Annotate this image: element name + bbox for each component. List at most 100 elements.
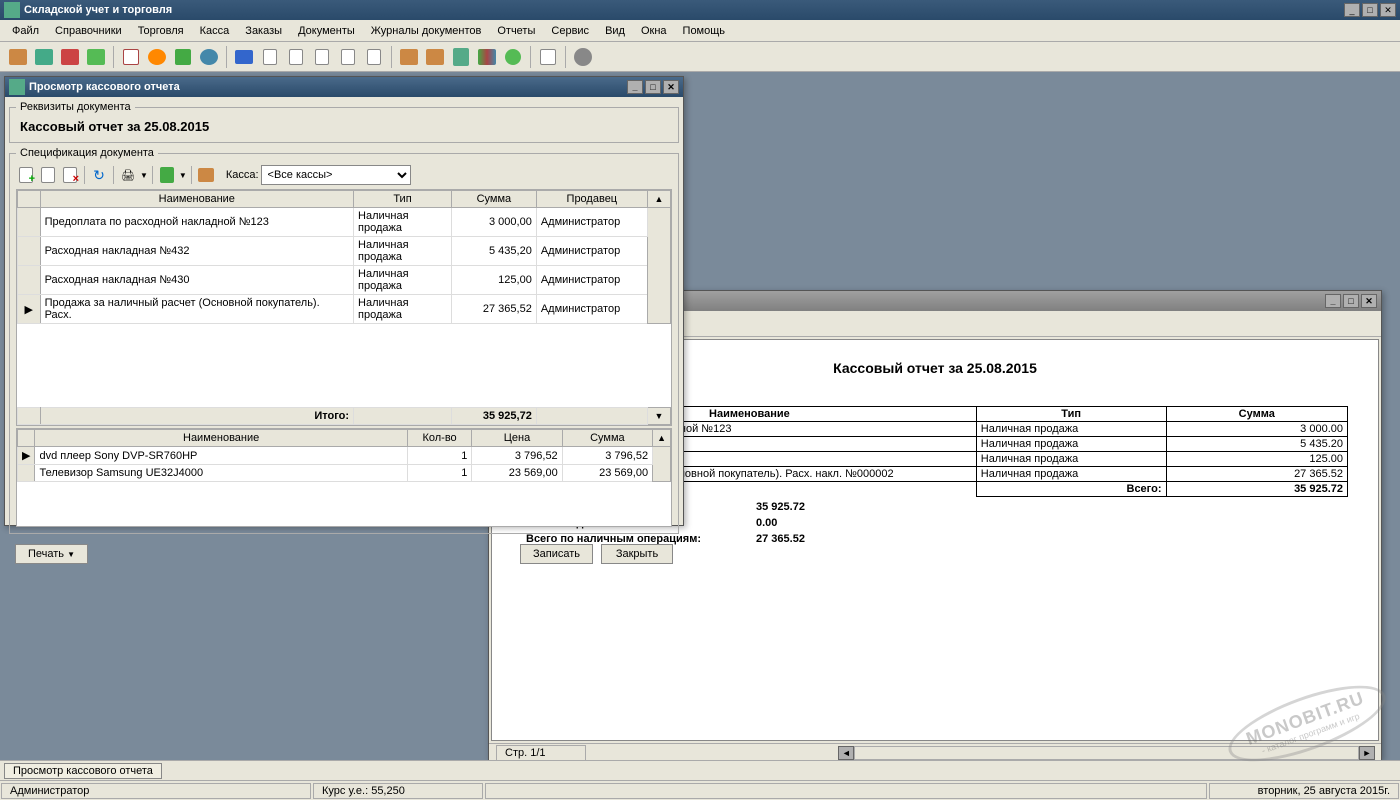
- table-row[interactable]: ▶Продажа за наличный расчет (Основной по…: [18, 295, 671, 324]
- scroll-left-button[interactable]: ◄: [838, 746, 854, 760]
- spec-print-icon[interactable]: 🖨: [118, 165, 138, 185]
- iscroll-up-button[interactable]: ▲: [653, 430, 671, 447]
- col-seller[interactable]: Продавец: [536, 191, 647, 208]
- tool-user-icon[interactable]: [449, 45, 473, 69]
- print-button[interactable]: Печать ▼: [15, 544, 88, 564]
- status-rate: Курс у.е.: 55,250: [313, 783, 483, 799]
- spec-del-icon[interactable]: ×: [60, 165, 80, 185]
- tool-checkbox-icon[interactable]: [171, 45, 195, 69]
- operations-table: Наименование Тип Сумма Продавец ▲ Предоп…: [17, 190, 671, 425]
- tool-leaf-icon[interactable]: [501, 45, 525, 69]
- total-label: Итого:: [40, 408, 353, 425]
- tool-boxred-icon[interactable]: [58, 45, 82, 69]
- tool-cal2-icon[interactable]: [536, 45, 560, 69]
- menu-windows[interactable]: Окна: [633, 23, 675, 39]
- preview-minimize-button[interactable]: _: [1325, 294, 1341, 308]
- tool-box1-icon[interactable]: [397, 45, 421, 69]
- separator: [391, 46, 392, 68]
- status-spacer: [485, 783, 1207, 799]
- requisites-group: Реквизиты документа Кассовый отчет за 25…: [9, 101, 679, 143]
- table-row[interactable]: Телевизор Samsung UE32J4000123 569,0023 …: [18, 465, 671, 482]
- requisites-legend: Реквизиты документа: [16, 101, 135, 113]
- close-button[interactable]: ✕: [1380, 3, 1396, 17]
- statusbar: Администратор Курс у.е.: 55,250 вторник,…: [0, 780, 1400, 800]
- scroll-up-button[interactable]: ▲: [647, 191, 670, 208]
- tool-doc3-icon[interactable]: [310, 45, 334, 69]
- separator: [565, 46, 566, 68]
- spec-legend: Спецификация документа: [16, 147, 158, 159]
- preview-close-button[interactable]: ✕: [1361, 294, 1377, 308]
- status-user: Администратор: [1, 783, 311, 799]
- tool-doc4-icon[interactable]: [336, 45, 360, 69]
- save-button[interactable]: Записать: [520, 544, 593, 564]
- sum-received-value: 35 925.72: [752, 499, 1348, 515]
- table-row[interactable]: Предоплата по расходной накладной №123На…: [18, 208, 671, 237]
- icol-name[interactable]: Наименование: [35, 430, 407, 447]
- tool-box2-icon[interactable]: [423, 45, 447, 69]
- maximize-button[interactable]: □: [1362, 3, 1378, 17]
- menu-journals[interactable]: Журналы документов: [363, 23, 490, 39]
- menu-cash[interactable]: Касса: [192, 23, 238, 39]
- table-row[interactable]: Расходная накладная №430Наличная продажа…: [18, 266, 671, 295]
- table-row[interactable]: ▶dvd плеер Sony DVP-SR760HP13 796,523 79…: [18, 447, 671, 465]
- spec-add-icon[interactable]: +: [16, 165, 36, 185]
- col-type[interactable]: Тип: [354, 191, 452, 208]
- spec-grid-icon[interactable]: [196, 165, 216, 185]
- scroll-down-button[interactable]: ▼: [647, 408, 670, 425]
- close-dialog-button[interactable]: Закрыть: [601, 544, 673, 564]
- tool-doc5-icon[interactable]: [362, 45, 386, 69]
- menu-view[interactable]: Вид: [597, 23, 633, 39]
- separator: [152, 166, 153, 184]
- menu-help[interactable]: Помощь: [675, 23, 734, 39]
- preview-maximize-button[interactable]: □: [1343, 294, 1359, 308]
- tool-bars-icon[interactable]: [475, 45, 499, 69]
- cashreport-window: Просмотр кассового отчета _ □ ✕ Реквизит…: [4, 76, 684, 526]
- kassa-select[interactable]: <Все кассы>: [261, 165, 411, 185]
- kassa-label: Касса:: [226, 169, 259, 181]
- tool-refresh-icon[interactable]: [145, 45, 169, 69]
- tool-calendar-icon[interactable]: [119, 45, 143, 69]
- icol-qty[interactable]: Кол-во: [407, 430, 472, 447]
- menubar: Файл Справочники Торговля Касса Заказы Д…: [0, 20, 1400, 42]
- cashreport-maximize-button[interactable]: □: [645, 80, 661, 94]
- scroll-right-button[interactable]: ►: [1359, 746, 1375, 760]
- tool-percent-icon[interactable]: [197, 45, 221, 69]
- tool-people-icon[interactable]: [32, 45, 56, 69]
- cashreport-heading: Кассовый отчет за 25.08.2015: [16, 117, 672, 136]
- col-name[interactable]: Наименование: [40, 191, 353, 208]
- menu-service[interactable]: Сервис: [543, 23, 597, 39]
- tool-doc1-icon[interactable]: [258, 45, 282, 69]
- spec-group: Спецификация документа + × ↻ 🖨 ▼ ▼ Касса…: [9, 147, 679, 534]
- cashreport-minimize-button[interactable]: _: [627, 80, 643, 94]
- total-value: 35 925,72: [451, 408, 536, 425]
- tool-chart-icon[interactable]: [84, 45, 108, 69]
- tool-book-icon[interactable]: [232, 45, 256, 69]
- cashreport-close-button[interactable]: ✕: [663, 80, 679, 94]
- menu-file[interactable]: Файл: [4, 23, 47, 39]
- tool-warehouse-icon[interactable]: [6, 45, 30, 69]
- icol-price[interactable]: Цена: [472, 430, 562, 447]
- menu-orders[interactable]: Заказы: [237, 23, 290, 39]
- row-header: [18, 430, 35, 447]
- menu-trade[interactable]: Торговля: [130, 23, 192, 39]
- menu-documents[interactable]: Документы: [290, 23, 363, 39]
- menu-references[interactable]: Справочники: [47, 23, 130, 39]
- menu-reports[interactable]: Отчеты: [489, 23, 543, 39]
- preview-page-indicator: Стр. 1/1: [496, 745, 586, 761]
- table-row[interactable]: Расходная накладная №432Наличная продажа…: [18, 237, 671, 266]
- tool-doc2-icon[interactable]: [284, 45, 308, 69]
- spec-refresh-icon[interactable]: ↻: [89, 165, 109, 185]
- minimize-button[interactable]: _: [1344, 3, 1360, 17]
- cashreport-titlebar[interactable]: Просмотр кассового отчета _ □ ✕: [5, 77, 683, 97]
- spec-export-icon[interactable]: [157, 165, 177, 185]
- spec-edit-icon[interactable]: [38, 165, 58, 185]
- separator: [113, 166, 114, 184]
- row-header: [18, 191, 41, 208]
- icol-sum[interactable]: Сумма: [562, 430, 652, 447]
- tool-gear-icon[interactable]: [571, 45, 595, 69]
- app-title: Складской учет и торговля: [24, 4, 1344, 16]
- taskbar-button[interactable]: Просмотр кассового отчета: [4, 763, 162, 779]
- window-controls: _ □ ✕: [1344, 3, 1396, 17]
- col-sum[interactable]: Сумма: [451, 191, 536, 208]
- separator: [530, 46, 531, 68]
